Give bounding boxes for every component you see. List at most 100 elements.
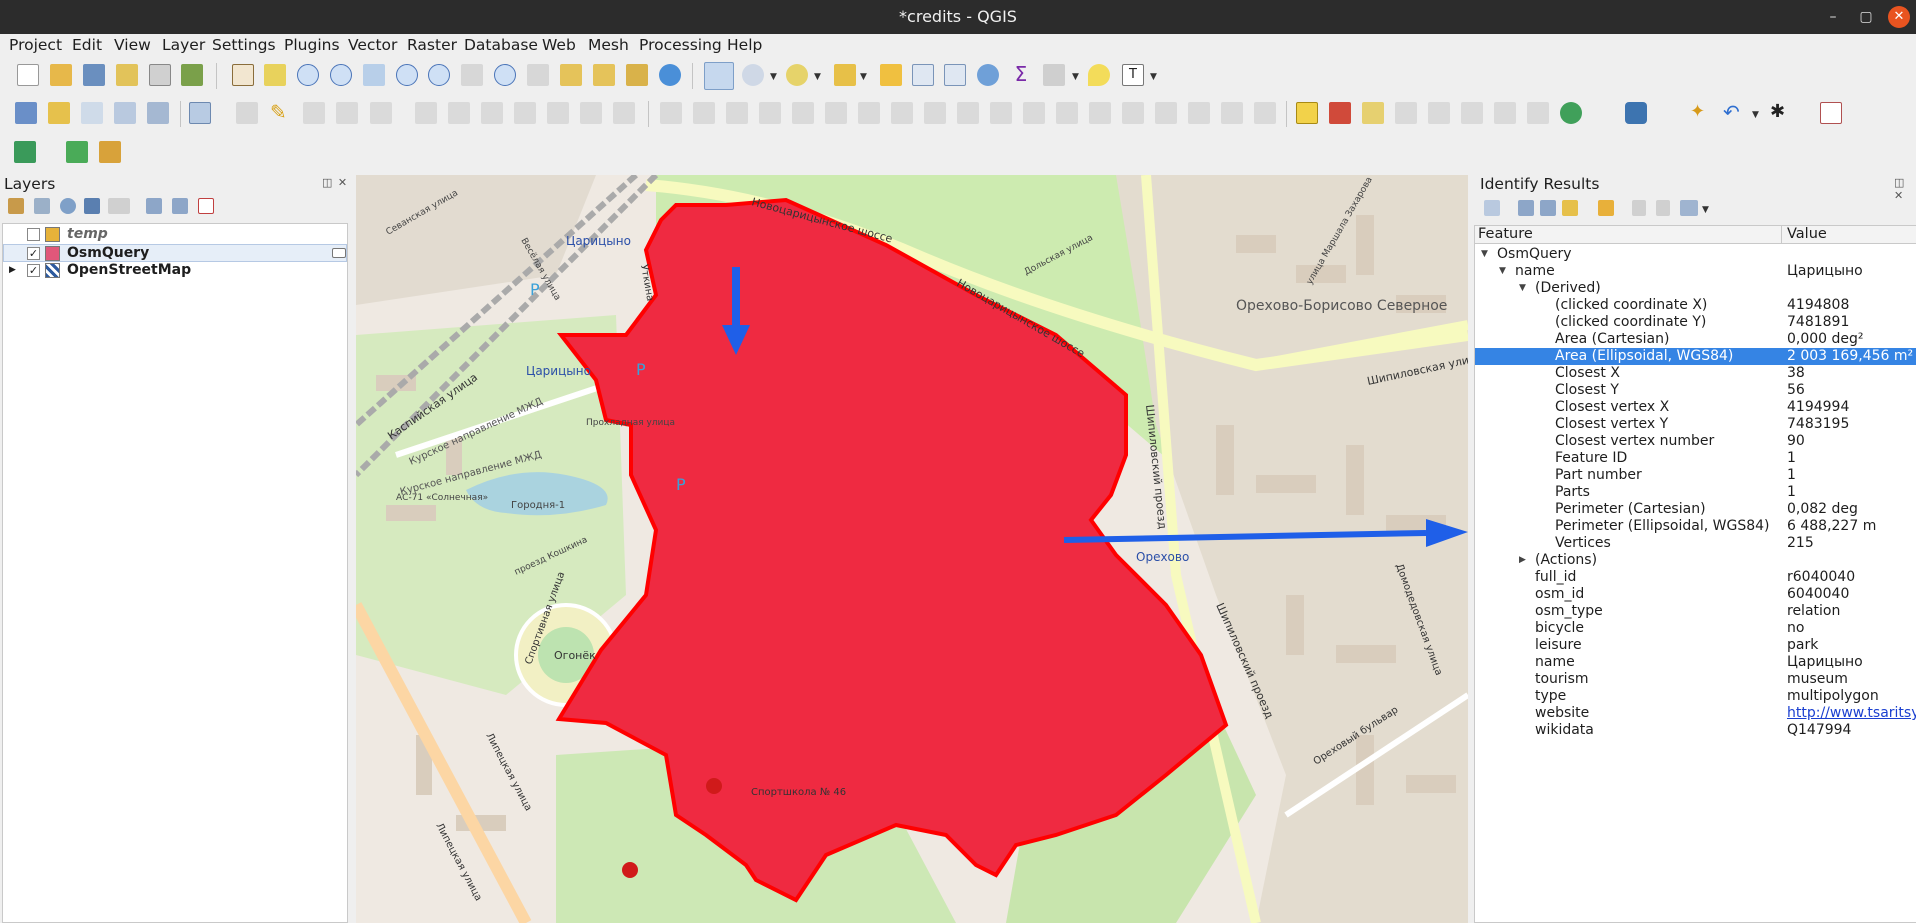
column-divider[interactable] <box>1781 226 1782 244</box>
menu-raster[interactable]: Raster <box>407 36 457 54</box>
add-vector-layer-icon[interactable] <box>81 102 103 124</box>
table-row[interactable]: Feature ID 1 <box>1475 450 1916 467</box>
menu-help[interactable]: Help <box>727 36 762 54</box>
table-row[interactable]: Closest vertex number 90 <box>1475 433 1916 450</box>
table-row[interactable]: ▼ (Derived) <box>1475 280 1916 297</box>
globe-icon[interactable] <box>1560 102 1582 124</box>
style-manager-icon[interactable] <box>181 64 203 86</box>
chevron-down-icon[interactable]: ▼ <box>1752 110 1759 120</box>
table-row[interactable]: Closest vertex Y 7483195 <box>1475 416 1916 433</box>
label-icon[interactable] <box>1296 102 1318 124</box>
bug-icon[interactable]: ✱ <box>1770 102 1792 124</box>
table-row[interactable]: (clicked coordinate X) 4194808 <box>1475 297 1916 314</box>
layer-item-openstreetmap[interactable]: ▶ ✓ OpenStreetMap <box>3 262 347 280</box>
table-row[interactable]: tourism museum <box>1475 671 1916 688</box>
open-layer-styling-icon[interactable] <box>8 198 24 214</box>
table-row[interactable]: leisure park <box>1475 637 1916 654</box>
chevron-right-icon[interactable]: ▶ <box>9 265 16 275</box>
plugin-tools-icon[interactable] <box>99 141 121 163</box>
python-console-icon[interactable] <box>1625 102 1647 124</box>
menu-project[interactable]: Project <box>9 36 62 54</box>
table-row[interactable]: osm_type relation <box>1475 603 1916 620</box>
zoom-full-icon[interactable] <box>363 64 385 86</box>
layout-manager-icon[interactable] <box>149 64 171 86</box>
table-row[interactable]: type multipolygon <box>1475 688 1916 705</box>
table-row[interactable]: Closest Y 56 <box>1475 382 1916 399</box>
table-row[interactable]: Perimeter (Ellipsoidal, WGS84) 6 488,227 … <box>1475 518 1916 535</box>
undo-arrow-icon[interactable]: ↶ <box>1723 102 1745 124</box>
attribute-table-icon[interactable] <box>912 64 934 86</box>
chevron-down-icon[interactable]: ▼ <box>1702 205 1709 215</box>
expand-tree-icon[interactable] <box>1484 200 1500 216</box>
run-action-icon[interactable] <box>742 64 764 86</box>
table-row[interactable]: (clicked coordinate Y) 7481891 <box>1475 314 1916 331</box>
refresh-icon[interactable] <box>659 64 681 86</box>
plugin-icon[interactable] <box>14 141 36 163</box>
zoom-last-icon[interactable] <box>494 64 516 86</box>
profile-chart-icon[interactable] <box>1820 102 1842 124</box>
deselect-features-icon[interactable] <box>880 64 902 86</box>
layer-checkbox[interactable]: ✓ <box>27 264 40 277</box>
map-tips-icon[interactable] <box>1088 64 1110 86</box>
table-row[interactable]: ▼ name Царицыно <box>1475 263 1916 280</box>
table-row[interactable]: Area (Cartesian) 0,000 deg² <box>1475 331 1916 348</box>
column-header-feature[interactable]: Feature <box>1478 226 1533 242</box>
panel-float-close-buttons[interactable]: ◫ ✕ <box>1894 176 1916 202</box>
eye-icon[interactable] <box>60 198 76 214</box>
zoom-native-icon[interactable] <box>461 64 483 86</box>
layer-indicator-icon[interactable] <box>332 248 346 258</box>
menu-view[interactable]: View <box>114 36 151 54</box>
open-field-calculator-icon[interactable] <box>786 64 808 86</box>
hospital-icon[interactable] <box>622 862 638 878</box>
table-row[interactable]: full_id r6040040 <box>1475 569 1916 586</box>
chevron-right-icon[interactable]: ▶ <box>1519 555 1526 565</box>
pan-to-selection-icon[interactable] <box>264 64 286 86</box>
remove-layer-icon[interactable] <box>198 198 214 214</box>
menu-layer[interactable]: Layer <box>162 36 205 54</box>
new-3d-view-icon[interactable] <box>593 64 615 86</box>
minimize-button[interactable]: – <box>1822 6 1844 28</box>
zoom-next-icon[interactable] <box>527 64 549 86</box>
menu-settings[interactable]: Settings <box>212 36 276 54</box>
table-row[interactable]: ▶ (Actions) <box>1475 552 1916 569</box>
zoom-to-selection-icon[interactable] <box>396 64 418 86</box>
chevron-down-icon[interactable]: ▼ <box>860 72 867 82</box>
table-row[interactable]: wikidata Q147994 <box>1475 722 1916 739</box>
quickosm-icon[interactable] <box>66 141 88 163</box>
close-button[interactable]: ✕ <box>1888 6 1910 28</box>
sigma-statistics-icon[interactable]: Σ <box>1010 64 1032 86</box>
menu-processing[interactable]: Processing <box>639 36 722 54</box>
menu-plugins[interactable]: Plugins <box>284 36 340 54</box>
expand-new-results-icon[interactable] <box>1562 200 1578 216</box>
toggle-editing-icon[interactable] <box>236 102 258 124</box>
table-row[interactable]: Closest X 38 <box>1475 365 1916 382</box>
map-svg[interactable]: Новоцарицынское шоссе Новоцарицынское шо… <box>356 175 1468 923</box>
current-edits-icon[interactable] <box>189 102 211 124</box>
pencil-icon[interactable]: ✎ <box>270 102 292 124</box>
statistics-table-icon[interactable] <box>944 64 966 86</box>
text-annotation-icon[interactable]: T <box>1122 64 1144 86</box>
wand-icon[interactable]: ✦ <box>1690 102 1712 124</box>
digitize-icon[interactable] <box>114 102 136 124</box>
label-pin-icon[interactable] <box>1362 102 1384 124</box>
processing-toolbox-icon[interactable] <box>977 64 999 86</box>
new-project-icon[interactable] <box>17 64 39 86</box>
zoom-out-icon[interactable] <box>330 64 352 86</box>
table-row[interactable]: ▼ OsmQuery <box>1475 246 1916 263</box>
identify-features-icon[interactable] <box>704 62 734 90</box>
map-canvas[interactable]: Новоцарицынское шоссе Новоцарицынское шо… <box>356 175 1468 923</box>
save-project-icon[interactable] <box>83 64 105 86</box>
zoom-to-layer-icon[interactable] <box>428 64 450 86</box>
menu-edit[interactable]: Edit <box>72 36 102 54</box>
table-row[interactable]: Part number 1 <box>1475 467 1916 484</box>
menu-vector[interactable]: Vector <box>348 36 397 54</box>
layer-checkbox[interactable]: ✓ <box>27 247 40 260</box>
chevron-down-icon[interactable]: ▼ <box>770 72 777 82</box>
pan-hand-icon[interactable] <box>232 64 254 86</box>
menu-database[interactable]: Database <box>464 36 538 54</box>
maximize-button[interactable]: ▢ <box>1855 6 1877 28</box>
zoom-in-icon[interactable] <box>297 64 319 86</box>
identify-mode-icon[interactable] <box>1680 200 1698 216</box>
table-row[interactable]: Perimeter (Cartesian) 0,082 deg <box>1475 501 1916 518</box>
measure-icon[interactable] <box>1043 64 1065 86</box>
